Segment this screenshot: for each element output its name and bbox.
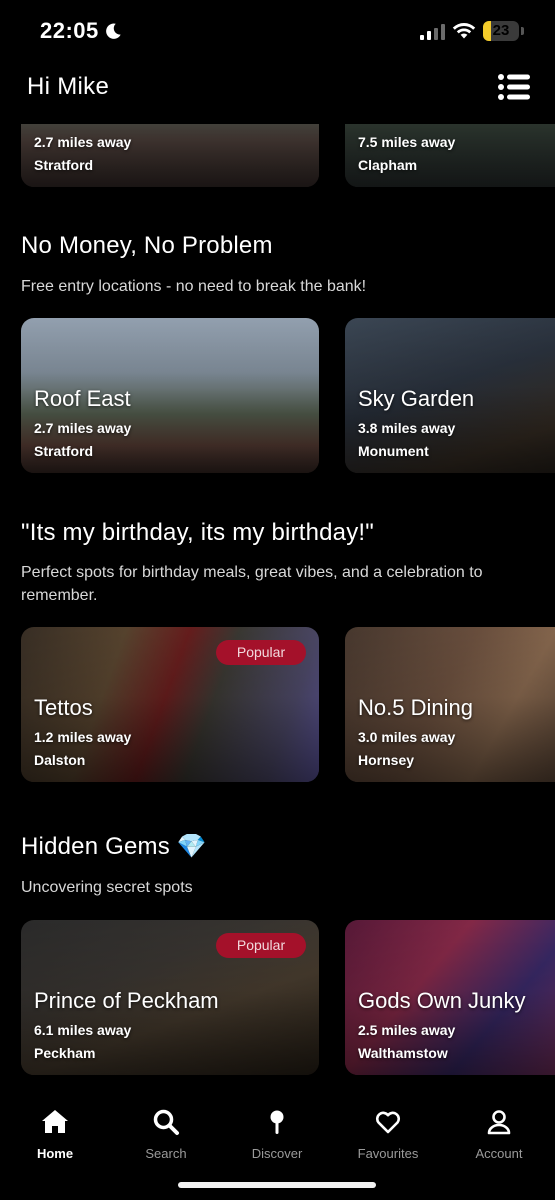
nav-label: Home — [36, 1146, 74, 1161]
venue-card[interactable]: Sky Garden 3.8 miles away Monument — [345, 318, 555, 473]
venue-distance: 6.1 miles away — [34, 1022, 132, 1038]
section-title: Hidden Gems 💎 — [21, 833, 207, 860]
greeting: Hi Mike — [27, 73, 110, 100]
card-row: Popular Prince of Peckham 6.1 miles away… — [21, 920, 555, 1075]
status-time: 22:05 — [40, 18, 99, 43]
venue-area: Walthamstow — [358, 1045, 448, 1061]
nav-label: Search — [145, 1146, 187, 1161]
nav-home[interactable]: Home — [5, 1108, 105, 1168]
venue-card[interactable]: Popular Prince of Peckham 6.1 miles away… — [21, 920, 319, 1075]
section-subtitle: Free entry locations - no need to break … — [21, 278, 367, 295]
venue-card[interactable]: No.5 Dining 3.0 miles away Hornsey — [345, 627, 555, 782]
popular-badge: Popular — [216, 640, 306, 665]
venue-area: Clapham — [358, 157, 418, 173]
venue-card[interactable]: 2.7 miles away Stratford — [21, 124, 319, 187]
pin-icon — [270, 1110, 284, 1134]
venue-name: Sky Garden — [358, 386, 475, 411]
popular-badge: Popular — [216, 933, 306, 958]
search-icon — [153, 1109, 179, 1135]
venue-area: Monument — [358, 443, 429, 459]
venue-distance: 1.2 miles away — [34, 729, 132, 745]
nav-discover[interactable]: Discover — [227, 1108, 327, 1168]
nav-account[interactable]: Account — [449, 1108, 549, 1168]
home-indicator[interactable] — [178, 1182, 376, 1188]
venue-area: Stratford — [34, 443, 94, 459]
nav-label: Discover — [251, 1146, 303, 1161]
venue-name: No.5 Dining — [358, 695, 473, 720]
nav-search[interactable]: Search — [116, 1108, 216, 1168]
venue-area: Stratford — [34, 157, 94, 173]
wifi-icon — [452, 23, 476, 39]
venue-area: Dalston — [34, 752, 86, 768]
nav-label: Account — [475, 1146, 523, 1161]
section-subtitle: Uncovering secret spots — [21, 879, 193, 896]
venue-name: Gods Own Junky — [358, 988, 526, 1013]
heart-icon — [375, 1111, 401, 1134]
venue-distance: 3.0 miles away — [358, 729, 456, 745]
battery-tip — [521, 27, 524, 35]
venue-distance: 2.5 miles away — [358, 1022, 456, 1038]
section-title: No Money, No Problem — [21, 232, 273, 259]
venue-distance: 7.5 miles away — [358, 134, 456, 150]
venue-name: Roof East — [34, 386, 131, 411]
venue-card[interactable]: Gods Own Junky 2.5 miles away Walthamsto… — [345, 920, 555, 1075]
venue-area: Peckham — [34, 1045, 96, 1061]
content-scroll[interactable]: 2.7 miles away Stratford 7.5 miles away … — [0, 124, 555, 1080]
venue-area: Hornsey — [358, 752, 415, 768]
card-row: Roof East 2.7 miles away Stratford Sky G… — [21, 318, 555, 473]
user-icon — [487, 1110, 511, 1135]
card-row: Popular Tettos 1.2 miles away Dalston No… — [21, 627, 555, 782]
venue-distance: 3.8 miles away — [358, 420, 456, 436]
venue-card[interactable]: Popular Tettos 1.2 miles away Dalston — [21, 627, 319, 782]
venue-distance: 2.7 miles away — [34, 134, 132, 150]
cellular-signal-icon — [420, 24, 445, 40]
section-subtitle: Perfect spots for birthday meals, great … — [21, 564, 483, 604]
card-row-top: 2.7 miles away Stratford 7.5 miles away … — [21, 124, 555, 187]
list-menu-icon[interactable] — [498, 74, 530, 100]
battery-percentage: 23 — [492, 22, 510, 39]
section-title: "Its my birthday, its my birthday!" — [21, 519, 375, 546]
venue-distance: 2.7 miles away — [34, 420, 132, 436]
venue-name: Prince of Peckham — [34, 988, 219, 1013]
nav-favourites[interactable]: Favourites — [338, 1108, 438, 1168]
nav-label: Favourites — [357, 1146, 419, 1161]
status-bar: 22:05 23 — [0, 0, 555, 62]
venue-card[interactable]: Roof East 2.7 miles away Stratford — [21, 318, 319, 473]
venue-card[interactable]: 7.5 miles away Clapham — [345, 124, 555, 187]
moon-icon — [106, 23, 121, 39]
battery-icon: 23 — [483, 21, 519, 41]
home-icon — [42, 1110, 68, 1133]
venue-name: Tettos — [34, 695, 93, 720]
